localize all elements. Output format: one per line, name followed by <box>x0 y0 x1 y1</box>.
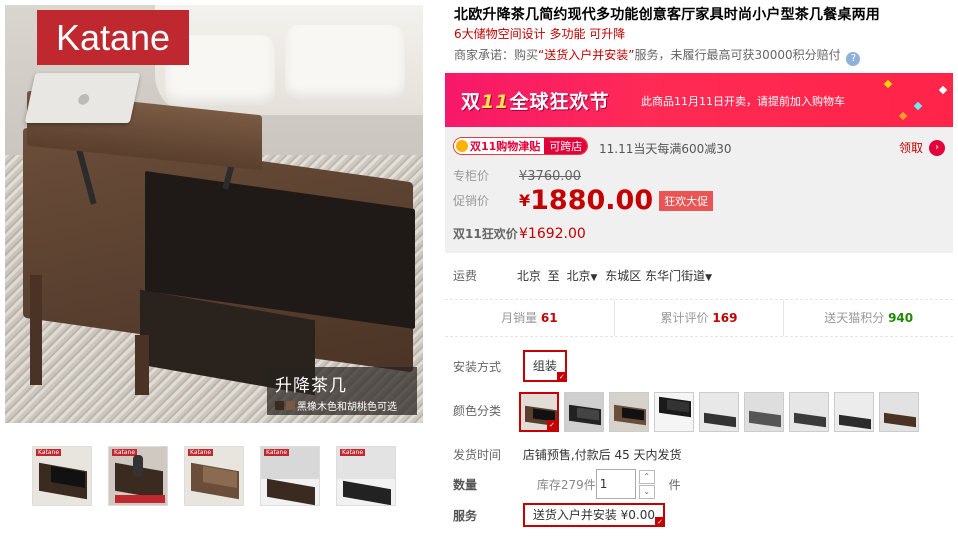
coin-icon <box>456 140 468 152</box>
double11-price-row: 双11狂欢价¥1692.00 <box>453 226 586 242</box>
color-swatch[interactable] <box>879 392 919 432</box>
promo-panel: 双11全球狂欢节 此商品11月11日开卖，请提前加入购物车 双11购物津贴 可跨… <box>445 73 953 253</box>
color-swatch[interactable] <box>789 392 829 432</box>
coupon-text: 11.11当天每满600减30 <box>599 142 732 156</box>
list-price: ¥3760.00 <box>519 169 582 184</box>
service-row: 服务 送货入户并安装 ¥0.00 <box>453 503 666 527</box>
double11-banner[interactable]: 双11全球狂欢节 此商品11月11日开卖，请提前加入购物车 <box>445 73 953 127</box>
install-row: 安装方式 组装 <box>453 350 567 382</box>
shopping-allowance-tag: 双11购物津贴 可跨店 <box>453 137 589 155</box>
double11-price: ¥1692.00 <box>519 226 586 242</box>
chevron-down-icon: ▼ <box>590 273 598 283</box>
product-title: 北欧升降茶几简约现代多功能创意客厅家具时尚小户型茶几餐桌两用 <box>454 7 880 23</box>
color-swatch[interactable] <box>744 392 784 432</box>
thumbnail[interactable]: Katane <box>336 446 396 506</box>
thumbnail[interactable]: Katane <box>184 446 244 506</box>
brand-logo: Katane <box>37 10 189 65</box>
caption-subtitle: 黑橡木色和胡桃色可选 <box>275 398 409 413</box>
service-option[interactable]: 送货入户并安装 ¥0.00 <box>522 503 666 527</box>
city-select[interactable]: 北京▼ <box>567 269 602 283</box>
image-caption: 升降茶几 黑橡木色和胡桃色可选 <box>267 367 417 415</box>
delivery-value: 店铺预售,付款后 45 天内发货 <box>522 448 682 462</box>
caption-title: 升降茶几 <box>275 376 347 396</box>
color-swatch[interactable] <box>834 392 874 432</box>
color-swatch[interactable] <box>699 392 739 432</box>
help-icon[interactable]: ? <box>846 52 861 66</box>
stats-bar: 月销量 61 累计评价 169 送天猫积分 940 <box>445 299 953 337</box>
color-swatch[interactable] <box>609 392 649 432</box>
promo-price: 1880.00 <box>530 185 654 216</box>
chevron-down-icon: ▼ <box>705 273 713 283</box>
quantity-row: 数量 库存279件 1 ⌃ ⌄ 件 <box>453 469 681 499</box>
main-product-image[interactable]: ● Katane 升降茶几 黑橡木色和胡桃色可选 <box>5 5 423 423</box>
quantity-input[interactable]: 1 <box>595 469 636 499</box>
monthly-sales: 月销量 61 <box>445 300 615 336</box>
delivery-row: 发货时间 店铺预售,付款后 45 天内发货 <box>453 448 682 462</box>
list-price-row: 专柜价 ¥3760.00 <box>453 169 582 184</box>
district-select[interactable]: 东城区 <box>605 269 641 283</box>
decrease-button[interactable]: ⌄ <box>638 484 655 499</box>
color-swatch[interactable] <box>654 392 694 432</box>
chevron-right-icon: › <box>929 139 945 156</box>
sofa-bg <box>155 5 423 115</box>
shipping-row: 运费 北京 至 北京▼ 东城区 东华门街道▼ <box>453 267 716 284</box>
deal-badge: 狂欢大促 <box>659 190 714 211</box>
review-count[interactable]: 累计评价 169 <box>615 300 785 336</box>
thumbnail[interactable]: Katane <box>32 446 92 506</box>
color-swatches <box>519 392 919 432</box>
promo-price-row: 促销价 ¥1880.00 狂欢大促 <box>453 185 714 216</box>
increase-button[interactable]: ⌃ <box>638 469 655 484</box>
thumbnail[interactable]: Katane <box>108 446 168 506</box>
color-label-row: 颜色分类 <box>453 404 502 418</box>
color-swatch[interactable] <box>519 392 559 432</box>
tmall-points: 送天猫积分 940 <box>824 311 914 325</box>
stock-text: 库存279件 <box>536 477 596 492</box>
quantity-stepper: ⌃ ⌄ <box>638 469 655 499</box>
thumbnail[interactable]: Katane <box>260 446 320 506</box>
coupon-row: 双11购物津贴 可跨店 11.11当天每满600减30 领取 › <box>445 133 953 159</box>
install-option-assemble[interactable]: 组装 <box>522 350 567 382</box>
claim-coupon-button[interactable]: 领取 › <box>899 139 945 156</box>
merchant-promise: 商家承诺：购买“送货入户并安装”服务，未履行最高可获30000积分赔付 ? <box>454 46 861 66</box>
double11-logo: 双11全球狂欢节 <box>461 91 610 113</box>
thumbnail-strip: Katane Katane Katane Katane Katane <box>32 446 396 506</box>
street-select[interactable]: 东华门街道▼ <box>645 269 716 283</box>
product-subtitle: 6大储物空间设计 多功能 可升降 <box>454 27 626 41</box>
color-swatch[interactable] <box>564 392 604 432</box>
banner-text: 此商品11月11日开卖，请提前加入购物车 <box>641 95 845 108</box>
laptop-prop: ● <box>24 73 141 123</box>
